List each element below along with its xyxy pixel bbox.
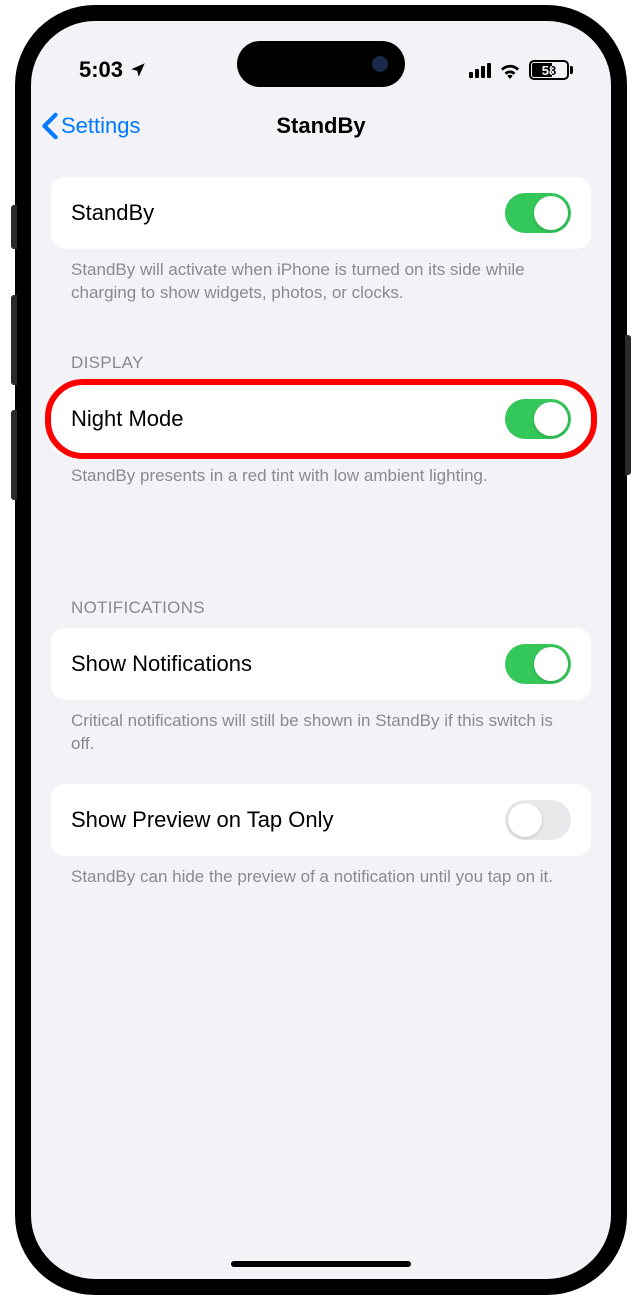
camera-icon xyxy=(372,56,388,72)
row-standby[interactable]: StandBy xyxy=(51,177,591,249)
page-title: StandBy xyxy=(276,113,365,139)
cellular-icon xyxy=(469,62,491,78)
night-mode-label: Night Mode xyxy=(71,406,184,432)
battery-level: 58 xyxy=(542,63,556,78)
power-button xyxy=(625,335,631,475)
phone-frame: 5:03 58 Settings StandBy xyxy=(15,5,627,1295)
display-header: DISPLAY xyxy=(51,353,591,383)
show-preview-toggle[interactable] xyxy=(505,800,571,840)
row-show-notifications[interactable]: Show Notifications xyxy=(51,628,591,700)
row-show-preview[interactable]: Show Preview on Tap Only xyxy=(51,784,591,856)
silent-switch xyxy=(11,205,17,249)
standby-label: StandBy xyxy=(71,200,154,226)
group-standby: StandBy StandBy will activate when iPhon… xyxy=(51,177,591,305)
show-preview-footer: StandBy can hide the preview of a notifi… xyxy=(51,856,591,889)
content: StandBy StandBy will activate when iPhon… xyxy=(31,157,611,889)
back-label: Settings xyxy=(61,113,141,139)
navigation-bar: Settings StandBy xyxy=(31,95,611,157)
standby-footer: StandBy will activate when iPhone is tur… xyxy=(51,249,591,305)
group-notifications: NOTIFICATIONS Show Notifications Critica… xyxy=(51,598,591,756)
chevron-left-icon xyxy=(41,112,59,140)
screen: 5:03 58 Settings StandBy xyxy=(31,21,611,1279)
home-indicator[interactable] xyxy=(231,1261,411,1267)
notifications-header: NOTIFICATIONS xyxy=(51,598,591,628)
dynamic-island xyxy=(237,41,405,87)
standby-toggle[interactable] xyxy=(505,193,571,233)
volume-up-button xyxy=(11,295,17,385)
night-mode-toggle[interactable] xyxy=(505,399,571,439)
show-notifications-toggle[interactable] xyxy=(505,644,571,684)
battery-icon: 58 xyxy=(529,60,573,80)
back-button[interactable]: Settings xyxy=(41,112,141,140)
status-time: 5:03 xyxy=(79,57,123,83)
volume-down-button xyxy=(11,410,17,500)
wifi-icon xyxy=(499,61,521,79)
show-notifications-label: Show Notifications xyxy=(71,651,252,677)
show-notifications-footer: Critical notifications will still be sho… xyxy=(51,700,591,756)
group-preview: Show Preview on Tap Only StandBy can hid… xyxy=(51,784,591,889)
display-footer: StandBy presents in a red tint with low … xyxy=(51,455,591,488)
show-preview-label: Show Preview on Tap Only xyxy=(71,807,334,833)
row-night-mode[interactable]: Night Mode xyxy=(51,383,591,455)
group-display: DISPLAY Night Mode StandBy presents in a… xyxy=(51,353,591,488)
location-icon xyxy=(129,61,147,79)
